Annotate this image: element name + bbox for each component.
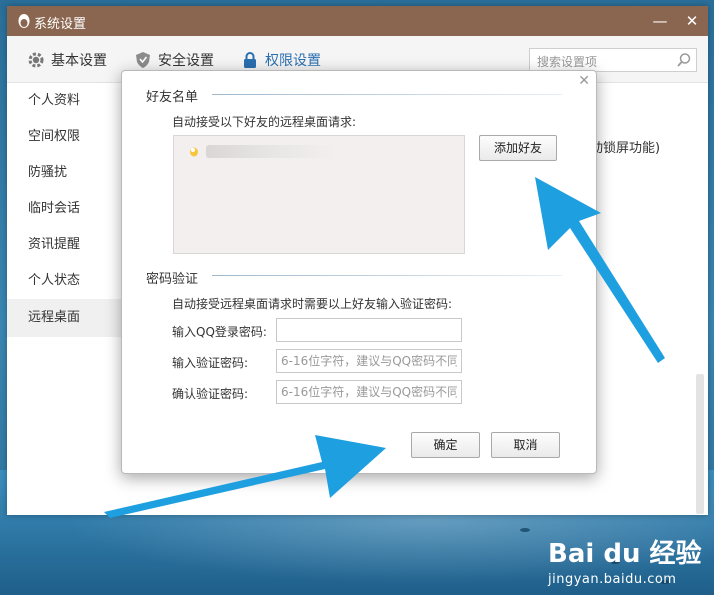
baidu-watermark: Bai du 经验 jingyan.baidu.com [548,533,702,587]
tab-label: 安全设置 [158,53,214,69]
confirm-password-input[interactable] [277,381,461,403]
tab-label: 基本设置 [51,53,107,69]
friend-list[interactable] [173,135,465,254]
sidebar-item-personal-status[interactable]: 个人状态 [7,263,137,299]
gear-icon [28,52,44,68]
password-description: 自动接受远程桌面请求时需要以上好友输入验证密码: [172,297,453,311]
friend-avatar-icon [190,147,198,157]
add-friend-button[interactable]: 添加好友 [479,135,557,161]
ok-button[interactable]: 确定 [411,432,480,458]
window-title: 系统设置 [34,17,87,32]
lock-icon [244,52,256,68]
qq-penguin-icon [18,14,30,28]
tab-basic-settings[interactable]: 基本设置 [27,50,107,70]
title-bar[interactable]: 系统设置 — ✕ [7,6,708,36]
section-divider [212,275,562,276]
sidebar-item-temp-session[interactable]: 临时会话 [7,191,137,227]
sidebar-item-space-permissions[interactable]: 空间权限 [7,119,137,155]
scrollbar[interactable] [696,374,704,514]
verify-password-input[interactable] [277,350,461,372]
fish-decoration [520,528,530,532]
minimize-button[interactable]: — [649,10,671,32]
friends-section-title: 好友名单 [146,90,199,105]
qq-password-input[interactable] [277,319,461,341]
watermark-url: jingyan.baidu.com [548,572,677,587]
cancel-button[interactable]: 取消 [491,432,560,458]
search-box[interactable]: 搜索设置项 [529,48,697,72]
dialog-close-button[interactable]: ✕ [578,73,590,89]
confirm-password-label: 确认验证密码: [172,387,249,401]
search-placeholder: 搜索设置项 [537,55,598,69]
background-setting-text: 动锁屏功能) [590,141,661,156]
friends-description: 自动接受以下好友的远程桌面请求: [172,115,357,129]
sidebar-item-news-reminder[interactable]: 资讯提醒 [7,227,137,263]
qq-password-label: 输入QQ登录密码: [172,325,267,339]
verify-password-label: 输入验证密码: [172,356,249,370]
verify-password-field[interactable] [276,349,462,373]
remote-desktop-dialog: ✕ 好友名单 自动接受以下好友的远程桌面请求: 添加好友 密码验证 自动接受远程… [121,70,597,474]
confirm-password-field[interactable] [276,380,462,404]
close-button[interactable]: ✕ [681,10,703,32]
friend-name-blurred[interactable] [206,145,336,158]
tab-permission-settings[interactable]: 权限设置 [241,50,321,70]
sidebar-item-anti-harassment[interactable]: 防骚扰 [7,155,137,191]
qq-password-field[interactable] [276,318,462,342]
settings-sidebar: 个人资料 空间权限 防骚扰 临时会话 资讯提醒 个人状态 远程桌面 [7,83,137,515]
password-section-title: 密码验证 [146,272,199,287]
shield-icon [136,52,150,68]
sidebar-item-profile[interactable]: 个人资料 [7,83,137,119]
section-divider [212,94,562,95]
search-icon[interactable] [676,52,692,68]
sidebar-item-remote-desktop[interactable]: 远程桌面 [7,299,137,337]
tab-security-settings[interactable]: 安全设置 [134,50,214,70]
watermark-brand: Bai du 经验 [548,539,702,569]
tab-label: 权限设置 [265,53,321,69]
